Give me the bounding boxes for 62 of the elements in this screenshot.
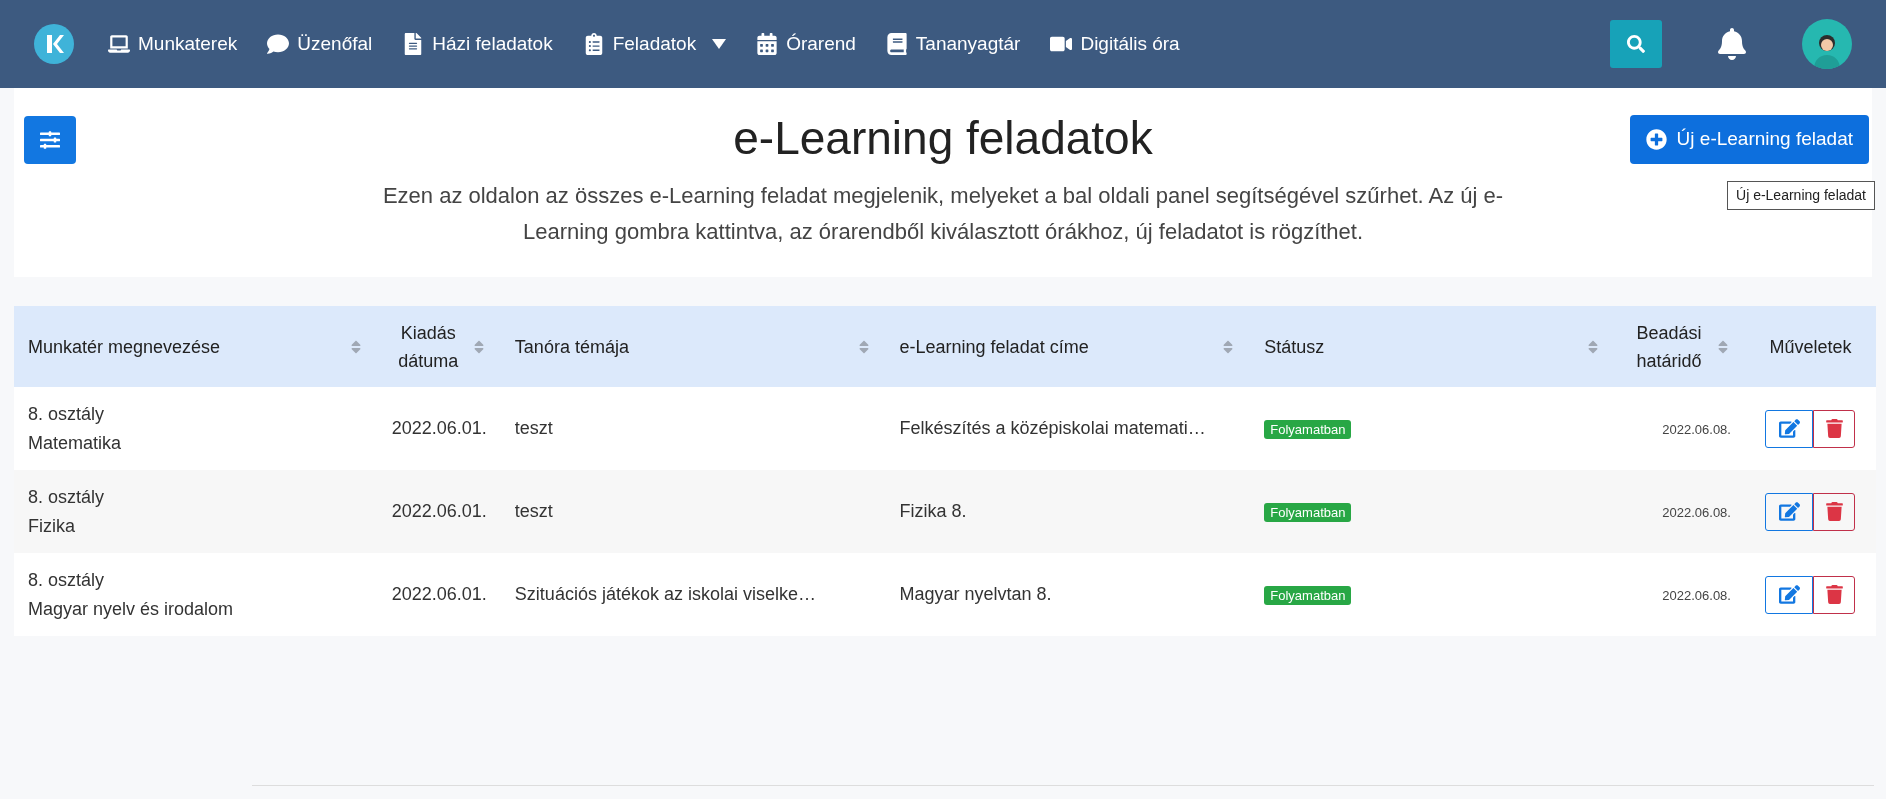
- nav-link[interactable]: Órarend: [756, 29, 856, 59]
- edit-icon: [1779, 418, 1800, 439]
- notification-bell-icon[interactable]: [1716, 28, 1748, 60]
- filter-button[interactable]: [24, 116, 76, 164]
- subject-name: Matematika: [28, 431, 123, 455]
- class-name: 8. osztály: [28, 402, 106, 426]
- nav-link[interactable]: Digitális óra: [1050, 29, 1180, 59]
- column-header: Műveletek: [1744, 306, 1876, 387]
- logo-icon[interactable]: [34, 24, 74, 64]
- deadline-date: 2022.06.08.: [1662, 422, 1731, 437]
- column-header[interactable]: Kiadás dátuma: [377, 306, 501, 387]
- issue-date: 2022.06.01.: [391, 418, 487, 438]
- calendar-icon: [756, 33, 779, 55]
- nav-link[interactable]: Tananyagtár: [885, 29, 1021, 59]
- tooltip: Új e-Learning feladat: [1727, 181, 1875, 210]
- search-icon: [1627, 35, 1645, 53]
- nav-link[interactable]: Házi feladatok: [402, 29, 553, 59]
- edit-button[interactable]: [1765, 575, 1814, 614]
- status-badge: Folyamatban: [1264, 503, 1352, 522]
- task-title: Fizika 8.: [899, 501, 967, 521]
- page-title: e-Learning feladatok: [733, 111, 1153, 166]
- subject-name: Magyar nyelv és irodalom: [28, 597, 235, 621]
- column-header[interactable]: e-Learning feladat címe: [885, 306, 1251, 387]
- edit-button[interactable]: [1765, 492, 1814, 531]
- status-badge: Folyamatban: [1264, 586, 1352, 605]
- column-header[interactable]: Státusz: [1250, 306, 1615, 387]
- lesson-topic: teszt: [514, 418, 553, 438]
- issue-date: 2022.06.01.: [391, 584, 487, 604]
- book-icon: [885, 33, 908, 55]
- delete-button[interactable]: [1813, 492, 1856, 531]
- issue-date: 2022.06.01.: [391, 501, 487, 521]
- nav-link[interactable]: Üzenőfal: [267, 29, 373, 59]
- speech-bubble-icon: [267, 33, 290, 55]
- class-name: 8. osztály: [28, 485, 106, 509]
- status-badge: Folyamatban: [1264, 420, 1352, 439]
- lesson-topic: Szituációs játékok az iskolai viselke…: [514, 584, 816, 604]
- subject-name: Fizika: [28, 514, 76, 538]
- search-button[interactable]: [1610, 20, 1662, 68]
- deadline-date: 2022.06.08.: [1662, 588, 1731, 603]
- task-title: Felkészítés a középiskolai matemati…: [899, 418, 1206, 438]
- trash-icon: [1825, 419, 1844, 438]
- column-header[interactable]: Munkatér megnevezése: [14, 306, 378, 387]
- delete-button[interactable]: [1813, 575, 1856, 614]
- column-header[interactable]: Tanóra témája: [500, 306, 886, 387]
- nav-link[interactable]: Feladatok: [582, 29, 727, 59]
- task-title: Magyar nyelvtan 8.: [899, 584, 1052, 604]
- laptop-icon: [108, 33, 130, 55]
- nav-link[interactable]: Munkaterek: [108, 29, 238, 59]
- trash-icon: [1825, 585, 1844, 604]
- edit-icon: [1779, 501, 1800, 522]
- trash-icon: [1825, 502, 1844, 521]
- edit-icon: [1779, 584, 1800, 605]
- page-description: Ezen az oldalon az összes e-Learning feladat megjelenik, melyeket a bal oldali panel segítségével szűrhet. Az új e-Learning gombra kattintva, az órarendből kiválasztott órákhoz, új feladatot is rögzíthet.: [381, 182, 1505, 246]
- lesson-topic: teszt: [514, 501, 553, 521]
- column-header[interactable]: Beadási határidő: [1615, 306, 1745, 387]
- class-name: 8. osztály: [28, 568, 106, 592]
- user-avatar[interactable]: [1802, 19, 1852, 69]
- deadline-date: 2022.06.08.: [1662, 505, 1731, 520]
- edit-button[interactable]: [1765, 409, 1814, 448]
- delete-button[interactable]: [1813, 409, 1856, 448]
- new-elearning-button[interactable]: Új e-Learning feladat: [1629, 115, 1869, 164]
- sliders-icon: [40, 130, 60, 150]
